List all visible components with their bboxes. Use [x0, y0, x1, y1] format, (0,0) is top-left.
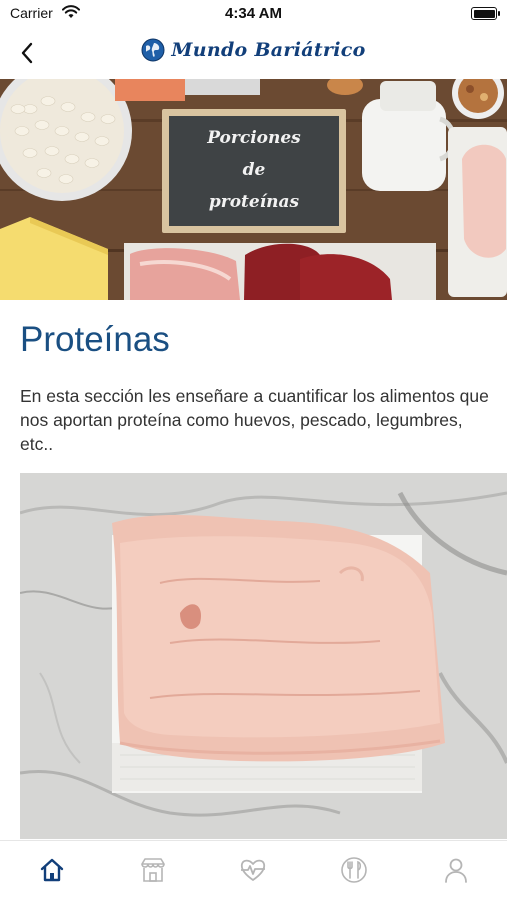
globe-icon: [141, 38, 165, 62]
heart-pulse-icon: [240, 859, 266, 881]
tab-health[interactable]: [238, 855, 268, 885]
section-description: En esta sección les enseñare a cuantific…: [20, 386, 489, 454]
board-text-line-2: de: [243, 160, 266, 180]
cutlery-icon: [341, 857, 367, 883]
app-title: Mundo Bariátrico: [171, 39, 366, 61]
home-icon: [40, 858, 64, 882]
user-icon: [445, 858, 467, 883]
board-text-line-1: Porciones: [206, 128, 301, 148]
tab-home[interactable]: [37, 855, 67, 885]
clock: 4:34 AM: [225, 5, 282, 22]
board-text-line-3: proteínas: [209, 192, 300, 212]
tab-nutrition[interactable]: [339, 855, 369, 885]
battery-icon: [471, 7, 500, 20]
hero-image: Porciones de proteínas: [0, 79, 507, 300]
app-brand: Mundo Bariátrico: [0, 38, 507, 62]
section-title: Proteínas: [20, 320, 170, 359]
store-icon: [141, 858, 165, 882]
tab-profile[interactable]: [441, 855, 471, 885]
tab-bar: [0, 840, 507, 901]
status-bar: Carrier 4:34 AM: [0, 0, 507, 28]
turkey-slices-image: [20, 473, 507, 839]
navigation-bar: Mundo Bariátrico: [0, 28, 507, 78]
tab-store[interactable]: [138, 855, 168, 885]
